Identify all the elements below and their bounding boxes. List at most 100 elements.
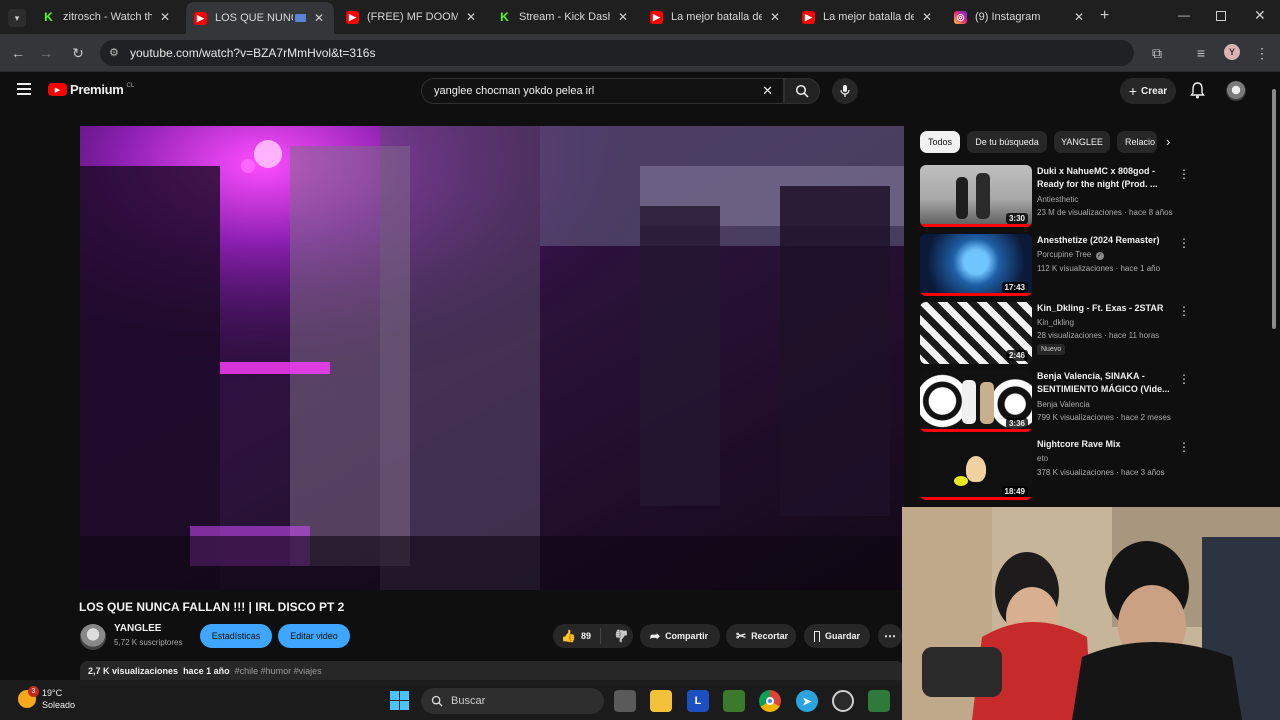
more-vertical-icon[interactable]: ⋮ <box>1178 236 1190 250</box>
page-scrollbar[interactable] <box>1271 75 1277 505</box>
duration-badge: 3:36 <box>1005 418 1028 429</box>
browser-tab-active[interactable]: ▶ LOS QUE NUNCA ✕ <box>186 2 334 34</box>
weather-widget[interactable]: 3 19°C Soleado <box>18 686 75 711</box>
dislike-button[interactable]: 👍 <box>606 629 629 643</box>
recommendation-channel: Kin_dkling <box>1037 318 1074 327</box>
close-tab-icon[interactable]: ✕ <box>1072 10 1086 24</box>
statistics-button[interactable]: Estadísticas <box>200 624 272 648</box>
recommendation-meta: 112 K visualizaciones · hace 1 año <box>1037 264 1161 273</box>
extensions-icon[interactable]: ⧉ <box>1147 43 1167 63</box>
close-tab-icon[interactable]: ✕ <box>768 10 782 24</box>
close-tab-icon[interactable]: ✕ <box>920 10 934 24</box>
chip-channel[interactable]: YANGLEE <box>1054 131 1110 153</box>
file-explorer-icon[interactable] <box>650 690 672 712</box>
recommendation-title: Nightcore Rave Mix <box>1037 439 1121 449</box>
scissors-icon: ✂ <box>736 629 747 643</box>
task-view-icon[interactable] <box>614 690 636 712</box>
browser-tab-bar: ▾ K zitrosch - Watch the ✕ ▶ LOS QUE NUN… <box>0 0 1280 34</box>
youtube-icon: ▶ <box>194 11 207 25</box>
clear-search-icon[interactable]: ✕ <box>762 83 773 99</box>
youtube-logo[interactable]: ▶ Premium CL <box>48 82 134 97</box>
close-tab-icon[interactable]: ✕ <box>158 10 172 24</box>
chip-all[interactable]: Todos <box>920 131 960 153</box>
media-controls-icon[interactable]: ≡ <box>1191 43 1211 63</box>
scrollbar-thumb[interactable] <box>1272 89 1276 329</box>
close-window-icon[interactable]: ✕ <box>1254 7 1266 24</box>
chip-related[interactable]: Relacio <box>1117 131 1157 153</box>
video-thumbnail[interactable]: 2:46 <box>920 302 1032 364</box>
video-thumbnail[interactable]: 3:36 <box>920 370 1032 432</box>
browser-tab[interactable]: K Stream - Kick Dashb ✕ <box>490 4 638 30</box>
windows-start-icon[interactable] <box>390 691 409 710</box>
create-button[interactable]: + Crear <box>1120 78 1176 104</box>
duration-badge: 17:43 <box>1001 282 1028 293</box>
share-button[interactable]: ➦ Compartir <box>640 624 720 648</box>
user-avatar[interactable] <box>1226 81 1246 101</box>
like-button[interactable]: 👍 89 <box>553 628 601 644</box>
browser-tab[interactable]: ▶ La mejor batalla de r ✕ <box>642 4 790 30</box>
video-player[interactable] <box>80 126 904 590</box>
verified-badge-icon: ✓ <box>1095 252 1104 260</box>
video-frame <box>80 126 904 590</box>
recommendation-channel: Benja Valencia <box>1037 400 1090 409</box>
edit-video-button[interactable]: Editar video <box>278 624 350 648</box>
close-tab-icon[interactable]: ✕ <box>616 10 630 24</box>
close-tab-icon[interactable]: ✕ <box>312 11 326 25</box>
profile-avatar[interactable]: Y <box>1224 44 1240 60</box>
app-l-icon[interactable]: L <box>687 690 709 712</box>
steam-icon[interactable] <box>832 690 854 712</box>
forward-arrow-icon[interactable]: → <box>36 43 56 63</box>
search-button[interactable] <box>784 78 820 104</box>
more-vertical-icon[interactable]: ⋮ <box>1178 304 1190 318</box>
channel-name[interactable]: YANGLEE <box>114 623 161 634</box>
thumbs-up-icon: 👍 <box>561 629 576 643</box>
recommendation-item[interactable]: 3:30 Duki x NahueMC x 808god - Ready for… <box>920 165 1270 227</box>
recommendation-title: Benja Valencia, SINAKA - SENTIMIENTO MÁG… <box>1037 371 1170 394</box>
youtube-icon: ▶ <box>802 10 815 24</box>
browser-tab[interactable]: K zitrosch - Watch the ✕ <box>34 4 180 30</box>
taskbar-search[interactable]: Buscar <box>421 688 604 714</box>
back-arrow-icon[interactable]: ← <box>8 43 28 63</box>
video-thumbnail[interactable]: 17:43 <box>920 234 1032 296</box>
restore-window-icon[interactable] <box>1216 11 1226 21</box>
channel-avatar[interactable] <box>80 624 106 650</box>
recommendation-title: Duki x NahueMC x 808god - Ready for the … <box>1037 166 1158 189</box>
voice-search-button[interactable] <box>832 78 858 104</box>
new-tab-plus-icon[interactable]: + <box>1100 7 1109 25</box>
save-button[interactable]: Guardar <box>804 624 870 648</box>
more-vertical-icon[interactable]: ⋮ <box>1178 440 1190 454</box>
hamburger-menu-icon[interactable] <box>17 83 31 95</box>
close-tab-icon[interactable]: ✕ <box>464 10 478 24</box>
search-input[interactable]: yanglee chocman yokdo pelea irl ✕ <box>421 78 784 104</box>
subscriber-count: 5,72 K suscriptores <box>114 638 183 647</box>
minecraft-icon[interactable] <box>723 690 745 712</box>
more-vertical-icon[interactable]: ⋮ <box>1178 167 1190 181</box>
tab-search-chevron-icon[interactable]: ▾ <box>8 9 26 27</box>
video-thumbnail[interactable]: 18:49 <box>920 438 1032 500</box>
address-bar[interactable]: ⚙ youtube.com/watch?v=BZA7rMmHvol&t=316s <box>100 40 1134 66</box>
clip-button[interactable]: ✂ Recortar <box>726 624 796 648</box>
telegram-icon[interactable]: ➤ <box>796 690 818 712</box>
chrome-icon[interactable] <box>759 690 781 712</box>
recommendation-item[interactable]: 3:36 Benja Valencia, SINAKA - SENTIMIENT… <box>920 370 1270 432</box>
browser-menu-icon[interactable]: ⋮ <box>1252 43 1272 63</box>
app-green-icon[interactable] <box>868 690 890 712</box>
more-actions-button[interactable]: ⋯ <box>878 624 902 648</box>
recommendation-item[interactable]: 17:43 Anesthetize (2024 Remaster) Porcup… <box>920 234 1270 296</box>
search-icon <box>795 84 809 98</box>
browser-tab[interactable]: ▶ (FREE) MF DOOM x J ✕ <box>338 4 486 30</box>
browser-tab[interactable]: ◎ (9) Instagram ✕ <box>946 4 1094 30</box>
notifications-bell-icon[interactable] <box>1190 82 1205 104</box>
recommendation-item[interactable]: 18:49 Nightcore Rave Mix eto 378 K visua… <box>920 438 1270 500</box>
minimize-window-icon[interactable]: — <box>1178 8 1190 22</box>
more-vertical-icon[interactable]: ⋮ <box>1178 372 1190 386</box>
chip-from-search[interactable]: De tu búsqueda <box>967 131 1047 153</box>
watch-progress-bar <box>920 224 1032 227</box>
video-thumbnail[interactable]: 3:30 <box>920 165 1032 227</box>
browser-tab[interactable]: ▶ La mejor batalla de r ✕ <box>794 4 942 30</box>
reload-icon[interactable]: ↻ <box>68 43 88 63</box>
chips-next-chevron-icon[interactable]: › <box>1166 134 1170 149</box>
recommendation-channel: Porcupine Tree ✓ <box>1037 250 1104 260</box>
recommendation-item[interactable]: 2:46 Kin_Dkling - Ft. Exas - 2STAR Kin_d… <box>920 302 1270 364</box>
site-info-icon[interactable]: ⚙ <box>109 46 119 59</box>
